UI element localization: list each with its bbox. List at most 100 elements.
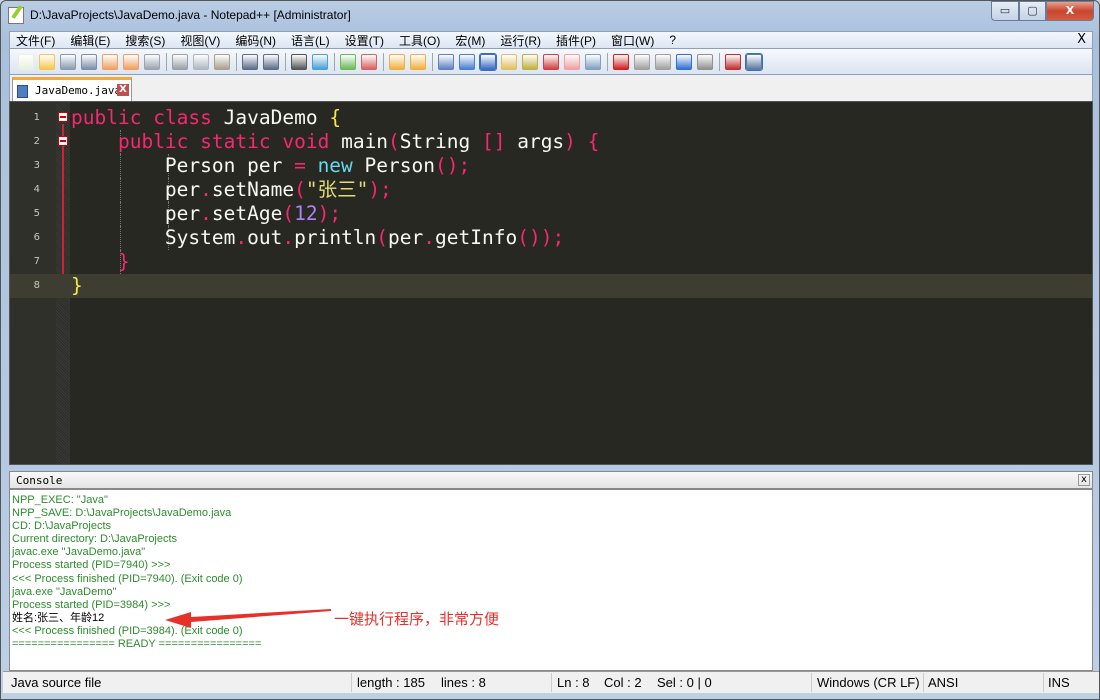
status-insert-mode: INS [1048,675,1070,690]
close-window-button[interactable]: X [1046,1,1094,21]
notepad-app-icon [8,7,24,24]
maximize-button[interactable]: ▢ [1019,1,1046,21]
code-line: 2 public static void main(String [] args… [10,130,1092,154]
code-text: System.out.println(per.getInfo()); [71,226,564,250]
code-token: ( [388,130,400,153]
menu-item[interactable]: 编辑(E) [70,32,110,49]
console-line: NPP_SAVE: D:\JavaProjects\JavaDemo.java [12,507,232,520]
code-token: ()); [517,226,565,249]
show-all-chars-icon[interactable] [459,53,475,70]
code-token: out [247,226,283,249]
run-macro-multiple-icon[interactable] [676,53,692,70]
line-number: 5 [33,208,40,219]
save-all-icon[interactable] [81,53,97,70]
code-line: 8} [10,274,1092,298]
new-file-icon[interactable] [18,53,34,70]
find-icon[interactable] [291,53,307,70]
minimize-button[interactable]: ▭ [991,1,1019,21]
console-close-button[interactable]: x [1078,474,1090,486]
word-wrap-icon[interactable] [438,53,454,70]
function-list-icon[interactable] [543,53,559,70]
zoom-in-icon[interactable] [340,53,356,70]
menu-item[interactable]: ? [669,33,676,47]
code-token: System [71,226,236,249]
menu-item[interactable]: 文件(F) [16,32,55,49]
code-token: getInfo [435,226,518,249]
close-document-button[interactable]: X [1077,32,1086,47]
menu-item[interactable]: 宏(M) [455,32,485,49]
menu-item[interactable]: 窗口(W) [611,32,654,49]
menu-item[interactable]: 编码(N) [235,32,276,49]
menu-item[interactable]: 视图(V) [180,32,220,49]
console-line: NPP_EXEC: "Java" [12,494,108,506]
paste-icon[interactable] [214,53,230,70]
code-text: public class JavaDemo { [71,106,341,130]
line-number: 8 [33,280,40,291]
code-token: setAge [211,202,283,225]
tab-javademo[interactable]: JavaDemo.java X [12,77,132,101]
code-token: { [587,130,600,153]
code-token: Person per [71,154,295,177]
stop-record-icon[interactable] [634,53,650,70]
code-line: 4 per.setName("张三"); [10,178,1092,202]
menu-item[interactable]: 运行(R) [500,32,541,49]
toolbar [9,49,1093,75]
toolbar-separator [383,52,384,71]
sync-vertical-icon[interactable] [389,53,405,70]
status-length: length : 185 [357,675,425,690]
save-icon[interactable] [60,53,76,70]
folder-workspace-icon[interactable] [564,53,580,70]
status-lines: lines : 8 [441,675,486,690]
code-lines: 1 public class JavaDemo {2 public static … [10,106,1092,298]
tab-label: JavaDemo.java [35,84,122,97]
code-token: void [282,130,330,153]
annotation-text: 一键执行程序，非常方便 [334,610,500,628]
menu-item[interactable]: 设置(T) [345,32,384,49]
code-token: JavaDemo [211,106,330,129]
toolbar-separator [334,52,335,71]
status-encoding: ANSI [928,675,959,690]
sync-horizontal-icon[interactable] [410,53,426,70]
code-text: Person per = new Person(); [71,154,470,178]
monitoring-icon[interactable] [585,53,601,70]
code-token: per [388,226,424,249]
toolbar-separator [236,52,237,71]
cut-icon[interactable] [172,53,188,70]
tab-close-icon[interactable]: X [117,84,129,96]
close-all-icon[interactable] [123,53,139,70]
menu-item[interactable]: 语言(L) [291,32,330,49]
line-number: 3 [33,160,40,171]
menu-item[interactable]: 搜索(S) [125,32,165,49]
menu-item[interactable]: 工具(O) [399,32,440,49]
print-icon[interactable] [144,53,160,70]
replace-icon[interactable] [312,53,328,70]
menu-item[interactable]: 插件(P) [556,32,596,49]
play-macro-icon[interactable] [655,53,671,70]
code-token: . [235,226,248,249]
status-selection: Sel : 0 | 0 [657,675,712,690]
zoom-out-icon[interactable] [361,53,377,70]
code-token: "张三" [305,178,369,201]
copy-icon[interactable] [193,53,209,70]
console-line: Process started (PID=7940) >>> [12,559,171,572]
open-file-icon[interactable] [39,53,55,70]
document-map-icon[interactable] [522,53,538,70]
record-macro-icon[interactable] [613,53,629,70]
undo-icon[interactable] [242,53,258,70]
console-icon[interactable] [745,52,763,71]
user-language-icon[interactable] [501,53,517,70]
redo-icon[interactable] [263,53,279,70]
window-title: D:\JavaProjects\JavaDemo.java - Notepad+… [30,8,351,22]
save-macro-icon[interactable] [697,53,713,70]
status-column: Col : 2 [604,675,642,690]
close-file-icon[interactable] [102,53,118,70]
notepad-plus-plus-window: D:\JavaProjects\JavaDemo.java - Notepad+… [0,0,1100,700]
console-output[interactable]: NPP_EXEC: "Java" NPP_SAVE: D:\JavaProject… [9,489,1093,671]
indent-guide-icon[interactable] [479,52,497,71]
code-editor[interactable]: 1 public class JavaDemo {2 public static … [9,101,1093,465]
spell-check-icon[interactable] [725,53,741,70]
